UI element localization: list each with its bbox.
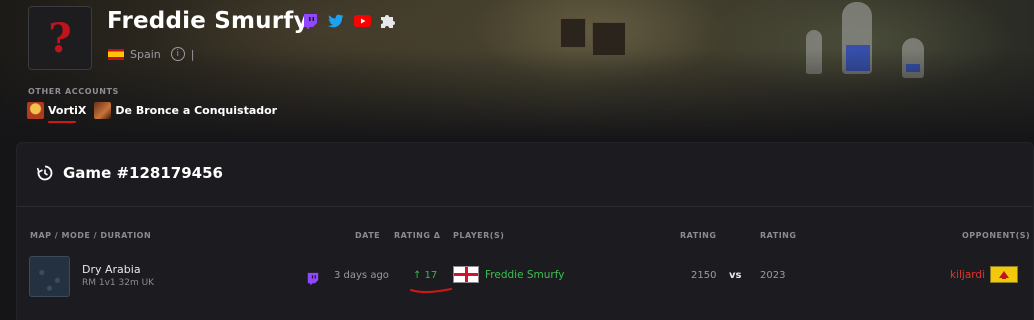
banner-scenery (806, 30, 822, 74)
game-meta: RM 1v1 32m UK (82, 278, 155, 288)
england-flag-icon (453, 266, 479, 283)
other-accounts-title: OTHER ACCOUNTS (28, 87, 119, 96)
game-title: Game #128179456 (63, 164, 223, 182)
twitch-vod-icon[interactable] (307, 270, 319, 289)
banner-scenery (906, 64, 920, 72)
twitch-icon[interactable] (301, 13, 319, 29)
banner-scenery (902, 38, 924, 78)
banner-scenery (592, 22, 626, 56)
account-label: De Bronce a Conquistador (115, 104, 278, 117)
column-header-players: PLAYER(S) (453, 231, 505, 240)
social-links (301, 13, 397, 29)
puzzle-icon[interactable] (379, 13, 397, 29)
opponent-flag-icon (990, 266, 1018, 283)
map-thumbnail (29, 256, 70, 297)
country-name: Spain (130, 47, 161, 61)
account-label: VortiX (48, 104, 87, 117)
separator: | (190, 47, 195, 61)
player-rating: 2150 (691, 270, 717, 281)
column-header-map: MAP / MODE / DURATION (30, 231, 152, 240)
player-country: Spain i | (108, 47, 194, 61)
table-row[interactable]: Dry Arabia RM 1v1 32m UK 3 days ago ↑ 17… (17, 251, 1033, 303)
opponent-link[interactable]: kiljardi (950, 269, 985, 281)
other-accounts-list: VortiX De Bronce a Conquistador (27, 102, 277, 123)
column-header-rating-opponent: RATING (760, 231, 797, 240)
red-annotation-underline (48, 121, 76, 123)
account-link-vortix[interactable]: VortiX (27, 102, 87, 123)
account-link-de-bronce[interactable]: De Bronce a Conquistador (94, 102, 277, 119)
game-card: Game #128179456 MAP / MODE / DURATION DA… (16, 142, 1034, 320)
column-header-date: DATE (355, 231, 381, 240)
opponent-rating: 2023 (760, 270, 786, 281)
account-avatar-icon (94, 102, 112, 119)
banner-scenery (842, 2, 872, 74)
game-heading: Game #128179456 (37, 164, 223, 182)
account-avatar-icon (27, 102, 44, 119)
banner-scenery (560, 18, 586, 48)
divider (17, 206, 1033, 207)
map-name: Dry Arabia (82, 263, 141, 276)
rating-delta: ↑ 17 (413, 270, 438, 281)
player-link[interactable]: Freddie Smurfy (485, 269, 564, 281)
youtube-icon[interactable] (353, 13, 371, 29)
red-annotation-scribble (410, 288, 452, 294)
player-avatar: ? (28, 6, 92, 70)
info-icon[interactable]: i (170, 47, 185, 61)
player-name: Freddie Smurfy (107, 8, 309, 34)
twitter-icon[interactable] (327, 13, 345, 29)
column-header-opponents: OPPONENT(S) (962, 231, 1031, 240)
game-date: 3 days ago (334, 270, 389, 281)
history-icon (37, 165, 53, 181)
avatar-placeholder: ? (48, 14, 72, 62)
spain-flag-icon (108, 48, 124, 60)
column-header-rating-delta: RATING Δ (394, 231, 441, 240)
banner-scenery (846, 45, 870, 71)
versus-label: vs (729, 270, 742, 281)
column-header-rating: RATING (680, 231, 717, 240)
